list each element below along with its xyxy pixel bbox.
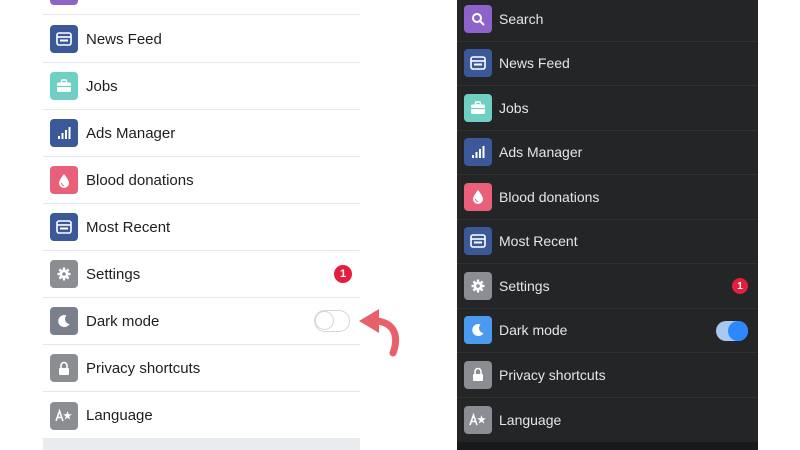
bottom-bar <box>43 438 360 450</box>
curved-arrow-icon <box>359 309 400 357</box>
briefcase-icon <box>50 72 78 100</box>
bar-chart-icon <box>464 138 492 167</box>
menu-item-blood-donations[interactable]: Blood donations <box>457 175 758 220</box>
briefcase-icon <box>464 93 492 122</box>
menu-item-label: Language <box>499 411 562 428</box>
menu-item-jobs[interactable]: Jobs <box>43 63 360 110</box>
menu-item-label: Settings <box>499 277 550 294</box>
lock-icon <box>50 354 78 382</box>
translate-icon <box>464 405 492 434</box>
news-feed-icon <box>50 25 78 53</box>
gear-icon <box>50 260 78 288</box>
menu-item-label: Search <box>499 10 544 27</box>
menu-item-language[interactable]: Language <box>457 398 758 443</box>
blood-drop-icon <box>50 166 78 194</box>
menu-item-news-feed[interactable]: News Feed <box>43 16 360 63</box>
blood-drop-icon <box>464 182 492 211</box>
menu-item-blood-donations[interactable]: Blood donations <box>43 157 360 204</box>
menu-item-label: Blood donations <box>86 171 194 189</box>
dark-mode-toggle[interactable] <box>314 310 350 332</box>
menu-item-label: Dark mode <box>499 322 568 339</box>
menu-item-search[interactable]: Search <box>457 0 758 42</box>
gear-icon <box>464 271 492 300</box>
menu-item-dark-mode[interactable]: Dark mode <box>43 298 360 345</box>
menu-item-settings[interactable]: Settings 1 <box>457 264 758 309</box>
news-feed-icon <box>464 227 492 256</box>
menu-item-label: Settings <box>86 265 141 283</box>
menu-item-privacy-shortcuts[interactable]: Privacy shortcuts <box>43 345 360 392</box>
news-feed-icon <box>464 49 492 78</box>
dark-menu-list: Search News Feed Jobs Ads Manager Blood <box>457 0 758 450</box>
translate-icon <box>50 401 78 430</box>
menu-item-most-recent[interactable]: Most Recent <box>457 220 758 264</box>
menu-item-most-recent[interactable]: Most Recent <box>43 204 360 251</box>
moon-icon <box>464 316 492 345</box>
dark-mode-toggle[interactable] <box>716 320 748 341</box>
light-menu-panel: News Feed Jobs Ads Manager Blood donatio… <box>43 0 360 450</box>
menu-item-label: Ads Manager <box>86 124 176 142</box>
menu-item-label: Ads Manager <box>499 144 583 161</box>
menu-item-label: Most Recent <box>86 218 171 236</box>
toggle-knob <box>316 312 333 329</box>
menu-item-language[interactable]: Language <box>43 392 360 439</box>
bar-chart-icon <box>50 119 78 147</box>
menu-item-label: Most Recent <box>499 233 578 250</box>
toggle-knob <box>728 320 748 341</box>
menu-item-label: Jobs <box>86 77 118 95</box>
moon-icon <box>50 307 78 335</box>
menu-item-settings[interactable]: Settings 1 <box>43 251 360 298</box>
bottom-bar <box>457 442 758 450</box>
menu-item-news-feed[interactable]: News Feed <box>457 42 758 86</box>
menu-item-label: Privacy shortcuts <box>86 359 201 377</box>
notification-badge: 1 <box>732 278 748 294</box>
menu-item-search[interactable] <box>43 0 360 15</box>
menu-item-label: Privacy shortcuts <box>499 366 606 383</box>
menu-item-label: News Feed <box>86 30 162 48</box>
news-feed-icon <box>50 213 78 241</box>
menu-item-jobs[interactable]: Jobs <box>457 86 758 131</box>
menu-item-ads-manager[interactable]: Ads Manager <box>457 131 758 175</box>
menu-item-label: Jobs <box>499 99 529 116</box>
light-menu-list: News Feed Jobs Ads Manager Blood donatio… <box>43 0 360 450</box>
search-icon <box>50 0 78 5</box>
search-icon <box>464 4 492 33</box>
notification-badge: 1 <box>334 265 352 283</box>
menu-item-label: Blood donations <box>499 188 600 205</box>
dark-menu-panel: Search News Feed Jobs Ads Manager Blood <box>457 0 758 450</box>
menu-item-privacy-shortcuts[interactable]: Privacy shortcuts <box>457 353 758 398</box>
menu-item-label: Language <box>86 407 153 424</box>
menu-item-dark-mode[interactable]: Dark mode <box>457 309 758 353</box>
menu-item-label: Dark mode <box>86 312 160 330</box>
menu-item-label: News Feed <box>499 55 570 72</box>
menu-item-ads-manager[interactable]: Ads Manager <box>43 110 360 157</box>
divider <box>43 14 360 15</box>
lock-icon <box>464 360 492 389</box>
